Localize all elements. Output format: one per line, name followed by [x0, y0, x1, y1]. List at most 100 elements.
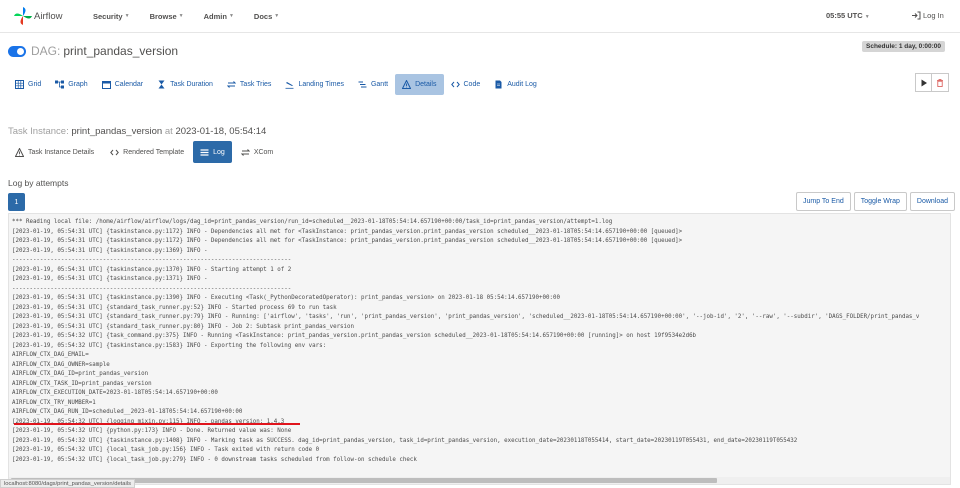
tab-label: Audit Log	[507, 81, 537, 88]
log-line: [2023-01-19, 05:54:31 UTC] {standard_tas…	[12, 323, 355, 330]
code-icon	[450, 81, 460, 88]
dag-view-tabs: Grid Graph Calendar Task Duration Task T…	[8, 74, 544, 95]
dag-header: DAG: print_pandas_version	[8, 44, 178, 58]
log-line: [2023-01-19, 05:54:31 UTC] {standard_tas…	[12, 314, 920, 320]
log-line: [2023-01-19, 05:54:32 UTC] {local_task_j…	[12, 456, 417, 463]
task-id: print_pandas_version	[71, 126, 163, 137]
login-link[interactable]: Log In	[911, 11, 944, 20]
delete-dag-button[interactable]	[932, 73, 949, 92]
airflow-pinwheel-icon	[14, 7, 32, 25]
log-line: AIRFLOW_CTX_DAG_ID=print_pandas_version	[12, 371, 149, 377]
log-line: [2023-01-19, 05:54:31 UTC] {taskinstance…	[12, 228, 683, 235]
task-instance-tabs: Task Instance Details Rendered Template …	[8, 141, 282, 163]
toggle-wrap-button[interactable]: Toggle Wrap	[853, 192, 907, 211]
horizontal-scrollbar[interactable]	[9, 477, 950, 484]
graph-icon	[55, 80, 65, 89]
dag-actions	[915, 73, 949, 92]
tab-label: Log	[213, 148, 225, 156]
menu-label: Admin	[203, 11, 227, 21]
tab-label: Graph	[68, 81, 88, 88]
log-line: [2023-01-19, 05:54:32 UTC] {task_command…	[12, 333, 697, 339]
caret-down-icon: ▼	[178, 13, 184, 19]
main-menu: Security ▼ Browse ▼ Admin ▼ Docs ▼	[83, 0, 289, 33]
tab-label: Code	[463, 81, 481, 88]
list-icon	[200, 148, 209, 156]
tab-label: Rendered Template	[123, 148, 185, 156]
tab-landing-times[interactable]: Landing Times	[278, 74, 351, 95]
tab-xcom[interactable]: XCom	[234, 141, 280, 163]
hourglass-icon	[158, 80, 165, 89]
tab-label: Task Duration	[170, 81, 213, 88]
log-actions: Jump To End Toggle Wrap Download	[793, 192, 956, 211]
dag-label: DAG:	[31, 44, 61, 58]
menu-label: Browse	[149, 11, 177, 21]
tab-graph[interactable]: Graph	[48, 74, 94, 95]
task-instance-label: Task Instance:	[8, 126, 69, 137]
log-line: AIRFLOW_CTX_TRY_NUMBER=1	[12, 399, 96, 406]
attempt-1-button[interactable]: 1	[8, 193, 25, 211]
retry-icon	[226, 81, 236, 88]
file-icon	[495, 80, 502, 89]
log-line: AIRFLOW_CTX_DAG_EMAIL=	[12, 352, 89, 358]
schedule-badge: Schedule: 1 day, 0:00:00	[862, 41, 946, 52]
status-bar-url: localhost:8080/dags/print_pandas_version…	[0, 479, 135, 488]
tab-label: Landing Times	[298, 81, 344, 88]
log-line: [2023-01-19, 05:54:31 UTC] {taskinstance…	[12, 238, 683, 244]
navbar: Airflow Security ▼ Browse ▼ Admin ▼ Docs ▼ 0…	[0, 0, 960, 33]
login-label: Log In	[923, 11, 944, 20]
log-line: [2023-01-19, 05:54:32 UTC] {python.py:17…	[12, 428, 292, 434]
brand-logo[interactable]: Airflow	[13, 6, 75, 26]
code-icon	[110, 149, 120, 155]
log-line: [2023-01-19, 05:54:32 UTC] {taskinstance…	[12, 437, 798, 444]
log-line: ----------------------------------------…	[12, 285, 292, 292]
tab-calendar[interactable]: Calendar	[95, 74, 150, 95]
trigger-dag-button[interactable]	[915, 73, 932, 92]
tab-grid[interactable]: Grid	[8, 74, 48, 95]
tab-label: Task Instance Details	[28, 148, 95, 156]
menu-label: Security	[93, 11, 123, 21]
tab-label: Calendar	[114, 81, 144, 88]
log-line: AIRFLOW_CTX_EXECUTION_DATE=2023-01-18T05…	[12, 390, 218, 396]
log-line: *** Reading local file: /home/airflow/ai…	[12, 219, 613, 225]
exchange-icon	[240, 148, 250, 156]
gantt-icon	[358, 81, 367, 88]
warning-icon	[15, 147, 24, 157]
login-icon	[912, 11, 921, 20]
log-line: AIRFLOW_CTX_DAG_OWNER=sample	[12, 361, 110, 368]
tab-code[interactable]: Code	[444, 74, 488, 95]
time-label: 05:55 UTC	[826, 11, 863, 20]
log-output[interactable]: *** Reading local file: /home/airflow/ai…	[8, 213, 951, 485]
log-line: [2023-01-19, 05:54:31 UTC] {taskinstance…	[12, 276, 208, 282]
at-label: at	[164, 126, 173, 137]
log-line: [2023-01-19, 05:54:31 UTC] {taskinstance…	[12, 295, 560, 301]
tab-task-instance-details[interactable]: Task Instance Details	[8, 141, 101, 163]
timezone-selector[interactable]: 05:55 UTC ▼	[826, 11, 870, 20]
log-line: [2023-01-19, 05:54:31 UTC] {standard_tas…	[12, 304, 337, 311]
tab-gantt[interactable]: Gantt	[351, 74, 395, 95]
caret-down-icon: ▼	[228, 13, 234, 19]
menu-admin[interactable]: Admin ▼	[194, 0, 244, 33]
dag-pause-toggle[interactable]	[8, 45, 26, 57]
caret-down-icon: ▼	[864, 14, 870, 20]
trash-icon	[937, 78, 943, 87]
warning-icon	[402, 80, 412, 89]
tab-details[interactable]: Details	[395, 74, 444, 95]
menu-docs[interactable]: Docs ▼	[244, 0, 289, 33]
menu-security[interactable]: Security ▼	[83, 0, 140, 33]
dag-id: print_pandas_version	[63, 44, 179, 58]
tab-task-tries[interactable]: Task Tries	[220, 74, 279, 95]
jump-to-end-button[interactable]: Jump To End	[796, 192, 851, 211]
tab-log[interactable]: Log	[193, 141, 232, 163]
log-line: [2023-01-19, 05:54:31 UTC] {taskinstance…	[12, 266, 292, 273]
tab-label: Grid	[28, 81, 42, 88]
tab-label: Details	[415, 81, 437, 88]
play-icon	[921, 79, 927, 86]
task-instance-title: Task Instance: print_pandas_version at 2…	[8, 126, 266, 137]
tab-rendered-template[interactable]: Rendered Template	[103, 141, 191, 163]
download-button[interactable]: Download	[909, 192, 956, 211]
tab-audit-log[interactable]: Audit Log	[487, 74, 544, 95]
tab-task-duration[interactable]: Task Duration	[150, 74, 220, 95]
highlight-underline	[14, 423, 300, 425]
menu-browse[interactable]: Browse ▼	[140, 0, 194, 33]
calendar-icon	[101, 81, 111, 89]
